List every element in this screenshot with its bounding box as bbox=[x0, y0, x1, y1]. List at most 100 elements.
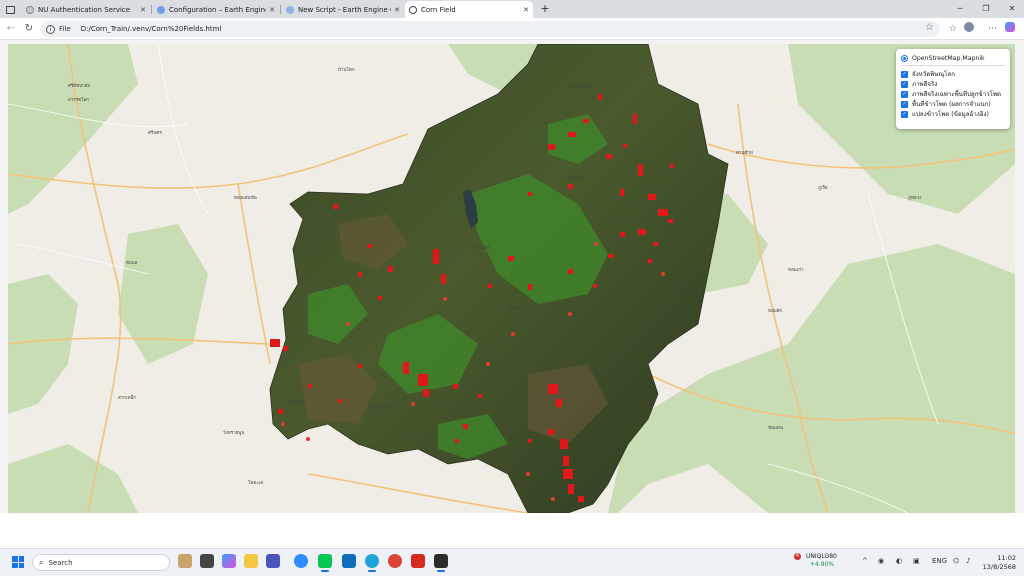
tab-ee-config[interactable]: Configuration – Earth Engine – M ✕ bbox=[153, 1, 279, 18]
overlay-label: จังหวัดพิษณุโลก bbox=[912, 71, 955, 78]
base-layer-radio[interactable] bbox=[901, 54, 908, 62]
place-label: พรหมพิราม bbox=[368, 406, 391, 411]
layer-control[interactable]: OpenStreetMap.Mapnik ✓ จังหวัดพิษณุโลก ✓… bbox=[896, 49, 1010, 129]
new-tab-button[interactable]: + bbox=[535, 2, 555, 15]
back-button[interactable]: ← bbox=[4, 22, 18, 36]
place-label: สากเหล็ก bbox=[118, 396, 136, 401]
place-label: วังทรายพูน bbox=[223, 431, 245, 436]
close-window-button[interactable]: ✕ bbox=[1002, 2, 1022, 15]
taskbar-search[interactable]: ⌕ Search bbox=[32, 554, 170, 571]
teams-icon[interactable] bbox=[266, 554, 280, 568]
tab-separator bbox=[280, 5, 281, 14]
line-icon[interactable] bbox=[318, 554, 332, 572]
globe-icon bbox=[26, 5, 34, 14]
volume-icon[interactable]: ♪ bbox=[966, 557, 970, 565]
tab-separator bbox=[151, 5, 152, 14]
copilot-icon[interactable] bbox=[1005, 22, 1015, 37]
outlook-icon[interactable] bbox=[342, 554, 356, 568]
place-label: ลับแล bbox=[126, 261, 138, 266]
widgets-icon[interactable] bbox=[178, 554, 192, 568]
clock-time: 11:02 bbox=[997, 554, 1016, 562]
overlay-option-province[interactable]: ✓ จังหวัดพิษณุโลก bbox=[901, 69, 1005, 79]
terminal-app-icon[interactable] bbox=[434, 554, 448, 572]
taskbar: ⌕ Search 4 UNIQLO80 +4.90% ^ ◉ ◐ ▣ ENG ⌬… bbox=[0, 548, 1024, 576]
task-view-icon[interactable] bbox=[200, 554, 214, 568]
tab-nu-auth[interactable]: NU Authentication Service ✕ bbox=[22, 1, 150, 18]
place-label: นครไทย bbox=[568, 176, 585, 181]
overlay-checkbox[interactable]: ✓ bbox=[901, 80, 908, 88]
place-label: สวรรคโลก bbox=[68, 98, 90, 103]
zoom-icon[interactable] bbox=[294, 554, 308, 568]
close-tab-icon[interactable]: ✕ bbox=[140, 6, 146, 14]
tab-corn-field[interactable]: Corn Field ✕ bbox=[405, 1, 533, 18]
stock-change: +4.90% bbox=[810, 561, 835, 568]
close-tab-icon[interactable]: ✕ bbox=[269, 6, 275, 14]
tab-title: NU Authentication Service bbox=[38, 5, 131, 14]
info-icon[interactable]: i bbox=[46, 24, 55, 34]
place-label: ภูเรือ bbox=[818, 186, 828, 191]
map-view[interactable]: ศรีสัชนาลัย สวรรคโลก ศรีนคร ทองแสนขัน ลั… bbox=[8, 44, 1015, 513]
address-bar[interactable]: i File D:/Corn_Train/.venv/Corn%20Fields… bbox=[40, 21, 940, 37]
edge-icon[interactable] bbox=[365, 554, 379, 572]
reload-button[interactable]: ↻ bbox=[22, 22, 36, 36]
system-clock[interactable]: 11:02 13/8/2568 bbox=[982, 554, 1016, 572]
search-placeholder: Search bbox=[48, 558, 73, 567]
tab-title: New Script - Earth Engine Code E bbox=[298, 5, 391, 14]
maximize-button[interactable]: ❐ bbox=[976, 2, 996, 15]
tray-app-icon[interactable]: ▣ bbox=[913, 557, 920, 565]
clock-date: 13/8/2568 bbox=[982, 563, 1016, 571]
map-canvas[interactable] bbox=[8, 44, 1015, 513]
close-tab-icon[interactable]: ✕ bbox=[394, 6, 400, 14]
acrobat-icon[interactable] bbox=[411, 554, 425, 568]
minimize-button[interactable]: ─ bbox=[950, 2, 970, 15]
windows-logo-quadrant bbox=[12, 556, 18, 562]
browser-window: NU Authentication Service ✕ Configuratio… bbox=[0, 0, 1024, 576]
close-tab-icon[interactable]: ✕ bbox=[523, 6, 529, 14]
menu-icon[interactable]: ⋯ bbox=[988, 22, 997, 36]
chrome-icon[interactable] bbox=[388, 554, 402, 568]
favorites-icon[interactable]: ☆ bbox=[949, 22, 957, 36]
tab-ee-code-editor[interactable]: New Script - Earth Engine Code E ✕ bbox=[282, 1, 404, 18]
place-label: ทองแสนขัน bbox=[234, 196, 257, 201]
layer-divider bbox=[901, 65, 1005, 66]
overlay-option-classified[interactable]: ✓ พื้นที่ข้าวโพด (ผลการจำแนก) bbox=[901, 99, 1005, 109]
overlay-label: พื้นที่ข้าวโพด (ผลการจำแนก) bbox=[912, 101, 991, 108]
profile-avatar[interactable] bbox=[964, 22, 974, 37]
place-label: ชาติตระการ bbox=[568, 86, 592, 91]
base-layer-label: OpenStreetMap.Mapnik bbox=[912, 54, 985, 62]
place-label: หล่มสัก bbox=[768, 309, 783, 314]
bookmark-star-icon[interactable]: ☆ bbox=[925, 22, 934, 33]
overlay-option-true-color[interactable]: ✓ ภาพสีจริง bbox=[901, 79, 1005, 89]
tray-overflow-icon[interactable]: ^ bbox=[862, 557, 868, 565]
place-label: บางระกำ bbox=[288, 401, 306, 406]
windows-logo-quadrant bbox=[18, 556, 24, 562]
overlay-checkbox[interactable]: ✓ bbox=[901, 110, 908, 118]
windows-logo-quadrant bbox=[18, 562, 24, 568]
start-button[interactable] bbox=[12, 556, 24, 568]
tab-actions-icon bbox=[6, 5, 15, 14]
earth-engine-icon bbox=[286, 5, 294, 14]
place-label: ด่านซ้าย bbox=[736, 151, 753, 156]
stock-widget[interactable]: 4 UNIQLO80 +4.90% bbox=[794, 553, 837, 569]
overlay-option-true-color-corn[interactable]: ✓ ภาพสีจริงเฉพาะพื้นที่ปลูกข้าวโพด bbox=[901, 89, 1005, 99]
overlay-checkbox[interactable]: ✓ bbox=[901, 70, 908, 78]
copilot-icon[interactable] bbox=[222, 554, 236, 568]
earth-engine-icon bbox=[157, 5, 165, 14]
file-explorer-icon[interactable] bbox=[244, 554, 258, 568]
overlay-option-reference[interactable]: ✓ แปลงข้าวโพด (ข้อมูลอ้างอิง) bbox=[901, 109, 1005, 119]
tab-actions-button[interactable] bbox=[2, 1, 20, 18]
network-icon[interactable]: ⌬ bbox=[953, 557, 959, 565]
language-indicator[interactable]: ENG bbox=[932, 557, 947, 565]
tab-strip: NU Authentication Service ✕ Configuratio… bbox=[0, 0, 1024, 18]
tab-title: Corn Field bbox=[421, 5, 456, 14]
overlay-label: ภาพสีจริง bbox=[912, 81, 938, 88]
address-toolbar: ← ↻ i File D:/Corn_Train/.venv/Corn%20Fi… bbox=[0, 18, 1024, 40]
base-layer-option[interactable]: OpenStreetMap.Mapnik bbox=[901, 53, 1005, 63]
overlay-checkbox[interactable]: ✓ bbox=[901, 100, 908, 108]
place-label: ศรีนคร bbox=[148, 131, 162, 136]
overlay-checkbox[interactable]: ✓ bbox=[901, 90, 908, 98]
place-label: บ้านโคก bbox=[338, 68, 355, 73]
overlay-label: แปลงข้าวโพด (ข้อมูลอ้างอิง) bbox=[912, 111, 989, 118]
tray-app-icon[interactable]: ◐ bbox=[896, 557, 902, 565]
tray-app-icon[interactable]: ◉ bbox=[878, 557, 884, 565]
